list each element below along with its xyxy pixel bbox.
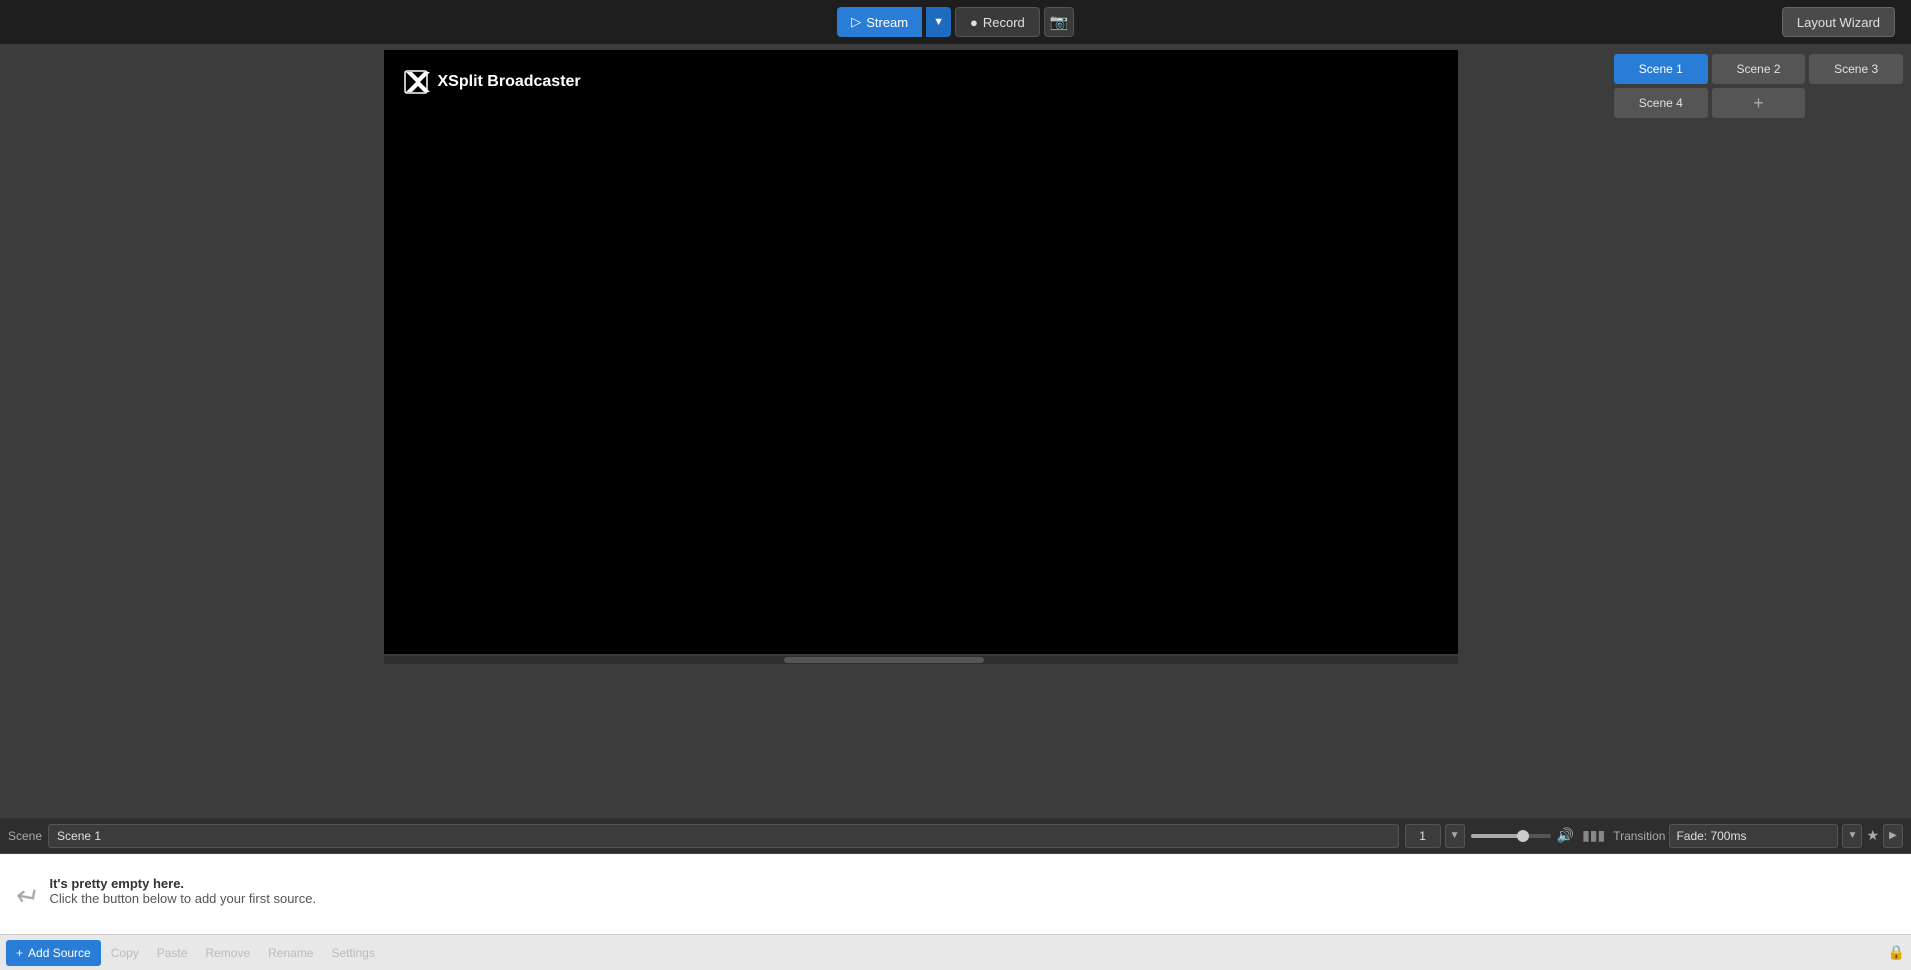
transition-dropdown-button[interactable]: ▼ <box>1842 824 1862 848</box>
volume-slider[interactable] <box>1471 834 1551 838</box>
equalizer-icon: ▮▮▮ <box>1582 827 1605 843</box>
main-area: XSplit Broadcaster Scene 1 Scene 2 Scene… <box>0 44 1911 818</box>
right-sidebar: Scene 1 Scene 2 Scene 3 Scene 4 + <box>1606 44 1911 818</box>
paste-label: Paste <box>157 946 188 960</box>
transition-input[interactable] <box>1669 824 1838 848</box>
xsplit-logo-icon <box>402 68 430 96</box>
plus-icon: + <box>1753 93 1764 114</box>
preview-canvas: XSplit Broadcaster <box>384 50 1458 654</box>
scene-controls: ▼ <box>1405 824 1465 848</box>
bottom-bar: Scene ▼ 🔊 ▮▮▮ Transition ▼ <box>0 818 1911 970</box>
hint-text: It's pretty empty here. Click the button… <box>49 876 316 906</box>
sources-area: ↵ It's pretty empty here. Click the butt… <box>0 854 1911 934</box>
copy-button[interactable]: Copy <box>103 940 147 966</box>
chevron-down-icon: ▼ <box>1847 830 1857 841</box>
chevron-down-icon: ▼ <box>1450 830 1460 841</box>
speaker-icon: 🔊 <box>1557 827 1574 843</box>
stream-label: Stream <box>866 15 908 30</box>
layout-wizard-button[interactable]: Layout Wizard <box>1782 7 1895 37</box>
preview-container: XSplit Broadcaster <box>235 44 1606 818</box>
volume-area: 🔊 ▮▮▮ <box>1471 825 1608 846</box>
record-icon: ● <box>970 15 978 30</box>
stream-button[interactable]: ▷ Stream <box>837 7 922 37</box>
eq-button[interactable]: ▮▮▮ <box>1580 825 1607 846</box>
copy-label: Copy <box>111 946 139 960</box>
camera-icon: 📷 <box>1049 13 1068 31</box>
scene-button-3[interactable]: Scene 3 <box>1809 54 1903 84</box>
scene-button-4[interactable]: Scene 4 <box>1614 88 1708 118</box>
arrow-hint-icon: ↵ <box>13 878 42 915</box>
toolbar-row: + Add Source Copy Paste Remove Rename Se… <box>0 934 1911 970</box>
scene-num-input[interactable] <box>1405 824 1441 848</box>
record-label: Record <box>983 15 1025 30</box>
stream-icon: ▷ <box>851 14 861 30</box>
scene-4-label: Scene 4 <box>1639 96 1683 110</box>
volume-knob <box>1517 830 1529 842</box>
lock-icon: 🔒 <box>1888 944 1905 961</box>
transition-arrow-button[interactable]: ▶ <box>1883 824 1903 848</box>
transition-label: Transition <box>1613 829 1665 843</box>
star-icon: ★ <box>1866 827 1879 843</box>
layout-wizard-label: Layout Wizard <box>1797 15 1880 30</box>
volume-fill <box>1471 834 1523 838</box>
empty-hint: ↵ It's pretty empty here. Click the butt… <box>16 876 316 913</box>
add-icon: + <box>16 946 23 960</box>
scene-button-2[interactable]: Scene 2 <box>1712 54 1806 84</box>
scene-name-input[interactable] <box>48 824 1399 848</box>
screenshot-button[interactable]: 📷 <box>1044 7 1074 37</box>
scene-num-down-button[interactable]: ▼ <box>1445 824 1465 848</box>
record-button[interactable]: ● Record <box>955 7 1040 37</box>
chevron-right-icon: ▶ <box>1889 830 1897 841</box>
rename-label: Rename <box>268 946 313 960</box>
preview-scrollbar[interactable] <box>384 656 1458 664</box>
scene-label: Scene <box>8 829 42 843</box>
paste-button[interactable]: Paste <box>149 940 196 966</box>
stream-dropdown-button[interactable]: ▼ <box>926 7 951 37</box>
topbar-center: ▷ Stream ▼ ● Record 📷 <box>837 7 1074 37</box>
transition-star-button[interactable]: ★ <box>1866 827 1879 844</box>
add-source-label: Add Source <box>28 946 91 960</box>
scene-button-1[interactable]: Scene 1 <box>1614 54 1708 84</box>
add-source-button[interactable]: + Add Source <box>6 940 101 966</box>
settings-label: Settings <box>331 946 374 960</box>
chevron-down-icon: ▼ <box>933 16 944 28</box>
scene-2-label: Scene 2 <box>1736 62 1780 76</box>
scene-1-label: Scene 1 <box>1639 62 1683 76</box>
scene-3-label: Scene 3 <box>1834 62 1878 76</box>
preview-logo: XSplit Broadcaster <box>402 68 581 96</box>
scenes-panel: Scene 1 Scene 2 Scene 3 Scene 4 + <box>1606 50 1911 122</box>
hint-line1: It's pretty empty here. <box>49 876 316 891</box>
mute-button[interactable]: 🔊 <box>1555 825 1576 846</box>
remove-button[interactable]: Remove <box>197 940 258 966</box>
preview-scrollbar-thumb <box>784 657 984 663</box>
add-scene-button[interactable]: + <box>1712 88 1806 118</box>
left-sidebar <box>0 44 235 818</box>
scene-row: Scene ▼ 🔊 ▮▮▮ Transition ▼ <box>0 818 1911 854</box>
remove-label: Remove <box>205 946 250 960</box>
hint-line2: Click the button below to add your first… <box>49 891 316 906</box>
transition-row: Transition ▼ ★ ▶ <box>1613 824 1903 848</box>
rename-button[interactable]: Rename <box>260 940 321 966</box>
app-title: XSplit Broadcaster <box>438 73 581 91</box>
settings-button[interactable]: Settings <box>323 940 382 966</box>
topbar: ▷ Stream ▼ ● Record 📷 Layout Wizard <box>0 0 1911 44</box>
